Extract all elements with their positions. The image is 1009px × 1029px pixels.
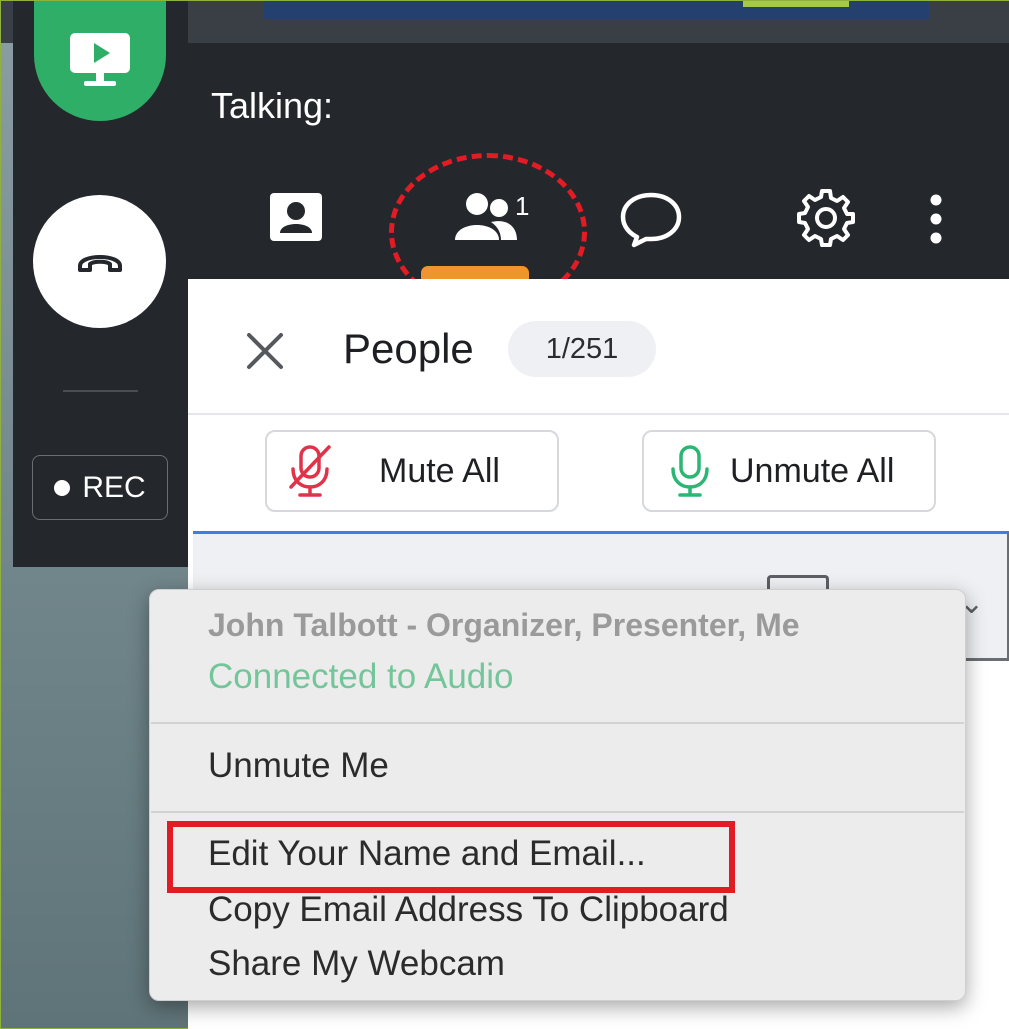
tab-chat[interactable] [615,187,687,251]
talking-label: Talking: [211,85,334,126]
close-icon [247,333,283,369]
mute-all-button[interactable]: Mute All [265,430,559,512]
menu-item-share-webcam[interactable]: Share My Webcam [208,944,505,984]
menu-item-unmute-me[interactable]: Unmute Me [208,746,389,786]
menu-audio-status: Connected to Audio [208,657,514,696]
more-vertical-icon [930,194,942,244]
hang-up-phone-icon [77,254,122,272]
annotation-highlight-box [167,821,735,893]
participant-count-badge: 1/251 [508,321,656,377]
participant-context-menu [149,589,966,1001]
microphone-icon [671,445,709,497]
share-screen-icon [70,33,130,86]
menu-separator [151,722,964,724]
gear-icon [797,189,855,247]
unmute-all-button[interactable]: Unmute All [642,430,936,512]
menu-item-copy-email[interactable]: Copy Email Address To Clipboard [208,890,729,930]
people-panel-title: People [343,325,474,372]
contact-card-icon [270,193,322,241]
unmute-all-label: Unmute All [730,451,895,490]
top-green-bar [743,1,849,7]
panel-header-divider [188,413,1009,415]
tab-settings[interactable] [791,183,861,253]
record-button[interactable]: REC [32,455,168,520]
toolbar-divider [63,390,138,392]
tab-contact[interactable] [263,187,329,247]
tab-more[interactable] [916,187,956,251]
muted-microphone-icon [289,445,331,497]
hang-up-button[interactable] [33,195,166,328]
menu-user-name: John Talbott - Organizer, Presenter, Me [208,607,800,643]
menu-separator [151,811,964,813]
record-dot-icon [54,479,71,496]
record-label: REC [82,470,146,504]
close-panel-button[interactable] [241,327,289,375]
chat-bubble-icon [620,192,682,248]
mute-all-label: Mute All [379,451,500,490]
